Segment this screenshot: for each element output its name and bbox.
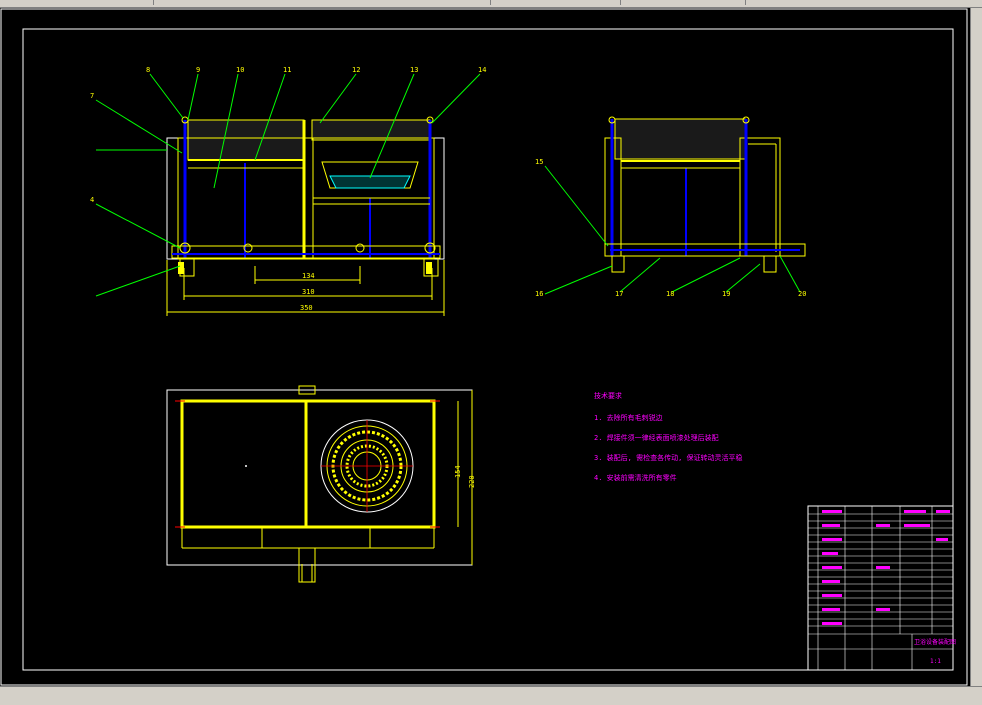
drawing-name: 卫浴设备装配图: [914, 638, 956, 646]
dim-350: 350: [300, 304, 313, 312]
front-leaders: [95, 73, 481, 297]
note-1: 1. 去除所有毛刺锐边: [594, 413, 663, 422]
note-4: 4. 安装前需清洗所有零件: [594, 473, 677, 482]
dim-134: 134: [302, 272, 315, 280]
label-15: 15: [535, 158, 543, 166]
dim-220: 220: [468, 475, 476, 488]
front-top-right-panel: [311, 119, 431, 141]
label-12: 12: [352, 66, 360, 74]
label-18: 18: [666, 290, 674, 298]
label-13: 13: [410, 66, 418, 74]
top-view: 154 220: [166, 385, 476, 583]
cad-drawing-svg: 134 310 350 8 9 10 11 12 13 14 7 4 15 16…: [0, 8, 968, 686]
front-top-left-panel: [187, 119, 305, 161]
toolbar-segment[interactable]: [0, 0, 154, 5]
dim-310: 310: [302, 288, 315, 296]
technical-notes: 技术要求 1. 去除所有毛刺锐边 2. 焊接件须一律经表面喷漆处理后装配 3. …: [594, 391, 743, 482]
label-19: 19: [722, 290, 730, 298]
note-3: 3. 装配后, 需检查各传动, 保证转动灵活平稳: [594, 453, 743, 462]
side-view: [604, 116, 806, 273]
note-2: 2. 焊接件须一律经表面喷漆处理后装配: [594, 433, 719, 442]
label-9: 9: [196, 66, 200, 74]
top-toolbar-strip: [0, 0, 982, 8]
toolbar-segment[interactable]: [160, 0, 491, 5]
title-block: 卫浴设备装配图 1:1: [807, 505, 956, 671]
front-view: 134 310 350: [166, 116, 445, 316]
notes-title: 技术要求: [594, 391, 622, 400]
label-20: 20: [798, 290, 806, 298]
label-17: 17: [615, 290, 623, 298]
label-11: 11: [283, 66, 291, 74]
dim-154: 154: [454, 465, 462, 478]
label-8: 8: [146, 66, 150, 74]
label-10: 10: [236, 66, 244, 74]
sheet-inner-border: [22, 28, 954, 671]
sheet-number: 1:1: [930, 658, 941, 665]
sheet-outer-border: [0, 8, 968, 686]
toolbar-segment[interactable]: [625, 0, 746, 5]
label-14: 14: [478, 66, 486, 74]
cad-drawing-canvas[interactable]: 134 310 350 8 9 10 11 12 13 14 7 4 15 16…: [0, 8, 970, 686]
toolbar-segment[interactable]: [495, 0, 621, 5]
label-16: 16: [535, 290, 543, 298]
vertical-scrollbar[interactable]: [970, 8, 982, 686]
status-bar: [0, 686, 982, 705]
label-4: 4: [90, 196, 94, 204]
label-7: 7: [90, 92, 94, 100]
side-leaders: [544, 165, 801, 295]
